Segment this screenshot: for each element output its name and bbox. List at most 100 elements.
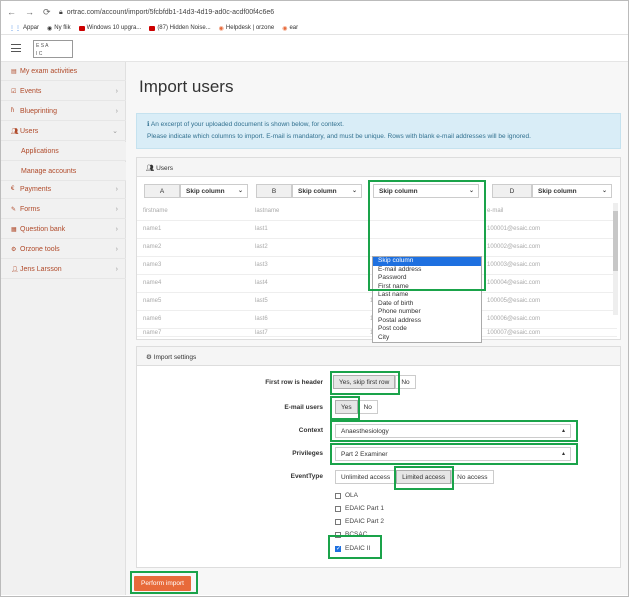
- checkbox-edaic-part-2[interactable]: EDAIC Part 2: [335, 518, 384, 525]
- reload-icon[interactable]: ⟳: [43, 7, 51, 18]
- chevron-right-icon: ›: [115, 87, 118, 95]
- checkbox-edaic-part-1[interactable]: EDAIC Part 1: [335, 505, 384, 512]
- sidebar-item-users[interactable]: 👥︎ Users ⌄: [1, 122, 126, 141]
- sidebar-item-forms[interactable]: ✎ Forms ›: [1, 200, 126, 219]
- skip-first-row-button[interactable]: Yes, skip first row: [333, 374, 396, 389]
- bookmark-windows[interactable]: Windows 10 upgra...: [78, 25, 141, 31]
- dropdown-option[interactable]: Password: [373, 274, 481, 283]
- checkbox-box[interactable]: [335, 531, 341, 538]
- privileges-select[interactable]: Part 2 Examiner ▴: [335, 447, 571, 461]
- import-settings-header: ⚙ Import settings: [137, 347, 620, 366]
- orzone-icon: ◉: [282, 25, 288, 32]
- first-row-no-button[interactable]: No: [395, 374, 416, 389]
- info-alert: ℹ An excerpt of your uploaded document i…: [136, 113, 621, 149]
- sidebar-item-manage-accounts[interactable]: Manage accounts: [1, 162, 126, 181]
- gear-icon: ⚙: [11, 246, 17, 253]
- column-a-header: A Skip column ⌄: [144, 184, 248, 198]
- dropdown-option[interactable]: Date of birth: [373, 300, 481, 309]
- dropdown-option[interactable]: City: [373, 334, 481, 343]
- dropdown-option[interactable]: E-mail address: [373, 266, 481, 275]
- sidebar-item-question-bank[interactable]: ▦ Question bank ›: [1, 220, 126, 239]
- browser-nav: ← → ⟳: [7, 6, 51, 18]
- table-row: name1 last1 100001@esaic.com: [137, 221, 617, 239]
- address-bar[interactable]: 🔒︎ ortrac.com/account/import/5fcbfdb1-14…: [59, 7, 274, 18]
- table-scrollbar[interactable]: [613, 203, 618, 315]
- sidebar-item-orzone-tools[interactable]: ⚙ Orzone tools ›: [1, 240, 126, 259]
- bookmark-ear[interactable]: ◉ ear: [282, 25, 298, 32]
- sidebar-item-my-exam-activities[interactable]: ▤ My exam activities: [1, 62, 126, 81]
- calendar-icon: ☑: [11, 88, 17, 95]
- chevron-right-icon: ›: [115, 205, 118, 213]
- column-c-header: Skip column ⌄: [373, 184, 479, 198]
- youtube-icon: [149, 25, 156, 31]
- no-access-button[interactable]: No access: [451, 469, 494, 484]
- chevron-down-icon: ⌄: [237, 188, 243, 194]
- column-letter: D: [492, 184, 532, 198]
- bookmark-new-tab[interactable]: ◉ Ny flik: [47, 25, 71, 32]
- chevron-down-icon: ⌄: [601, 188, 607, 194]
- chevron-down-icon: ⌄: [351, 188, 357, 194]
- email-yes-button[interactable]: Yes: [335, 399, 358, 414]
- hamburger-menu-icon[interactable]: [11, 44, 21, 52]
- users-icon: 👥︎: [11, 128, 19, 135]
- table-row: firstname lastname e-mail: [137, 203, 617, 221]
- scrollbar-thumb[interactable]: [613, 211, 618, 271]
- forward-icon[interactable]: →: [25, 7, 34, 17]
- chevron-right-icon: ›: [115, 245, 118, 253]
- dropdown-option[interactable]: Post code: [373, 325, 481, 334]
- first-row-label-wrap: First row is header: [265, 379, 323, 386]
- column-c-dropdown-list: Skip column E-mail address Password Firs…: [372, 256, 482, 343]
- limited-access-button[interactable]: Limited access: [396, 469, 452, 484]
- column-d-select[interactable]: Skip column ⌄: [532, 184, 612, 198]
- sidebar-item-applications[interactable]: Applications: [1, 142, 126, 161]
- chevron-right-icon: ›: [115, 225, 118, 233]
- checkbox-ola[interactable]: OLA: [335, 492, 358, 499]
- sidebar: ▤ My exam activities ☑ Events › ħ Blueprinti…: [1, 62, 126, 595]
- app-topbar: E S AI C: [1, 35, 628, 62]
- context-select[interactable]: Anaesthesiology ▴: [335, 424, 571, 438]
- eventtype-label-wrap: EventType: [290, 473, 323, 480]
- eventtype-toggle: Unlimited access Limited access No acces…: [335, 469, 494, 484]
- chevron-down-icon: ⌄: [112, 128, 118, 135]
- import-settings-panel: ⚙ Import settings First row is header Ye…: [136, 346, 621, 568]
- orzone-icon: ◉: [218, 25, 224, 32]
- sidebar-item-events[interactable]: ☑ Events ›: [1, 82, 126, 101]
- bookmark-hidden-noise[interactable]: (87) Hidden Noise...: [149, 25, 211, 31]
- main-content: Import users ℹ An excerpt of your upload…: [126, 62, 628, 595]
- checkbox-box-checked[interactable]: ✓: [335, 545, 341, 552]
- apps-icon: ⋮⋮: [9, 25, 21, 32]
- sidebar-item-blueprinting[interactable]: ħ Blueprinting ›: [1, 102, 126, 121]
- checkbox-box[interactable]: [335, 492, 341, 499]
- column-a-select[interactable]: Skip column ⌄: [180, 184, 248, 198]
- column-b-select[interactable]: Skip column ⌄: [292, 184, 362, 198]
- unlimited-access-button[interactable]: Unlimited access: [335, 469, 397, 484]
- checkbox-bcsac[interactable]: BCSAC: [335, 531, 367, 538]
- sidebar-item-payments[interactable]: € Payments ›: [1, 180, 126, 199]
- first-row-toggle: Yes, skip first row No: [333, 374, 416, 389]
- dropdown-option[interactable]: Postal address: [373, 317, 481, 326]
- sidebar-item-user-profile[interactable]: 👤︎ Jens Larsson ›: [1, 260, 126, 279]
- bookmark-helpdesk[interactable]: ◉ Helpdesk | orzone: [219, 25, 275, 32]
- perform-import-button[interactable]: Perform import: [134, 576, 191, 591]
- dropdown-option[interactable]: First name: [373, 283, 481, 292]
- checkbox-box[interactable]: [335, 518, 341, 525]
- checkbox-edaic-ii[interactable]: ✓ EDAIC II: [335, 545, 370, 552]
- bookmark-apps[interactable]: ⋮⋮ Appar: [9, 25, 39, 32]
- database-icon: ▦: [11, 226, 17, 233]
- dropdown-option[interactable]: Phone number: [373, 308, 481, 317]
- users-panel-header: 👥︎ Users: [137, 158, 620, 177]
- back-icon[interactable]: ←: [7, 7, 16, 17]
- column-b-header: B Skip column ⌄: [256, 184, 362, 198]
- caret-icon: ▴: [561, 428, 565, 434]
- email-users-label-wrap: E-mail users: [284, 404, 323, 411]
- browser-chrome: ← → ⟳ 🔒︎ ortrac.com/account/import/5fcbf…: [1, 1, 628, 35]
- email-no-button[interactable]: No: [357, 399, 378, 414]
- bookmarks-bar: ⋮⋮ Appar ◉ Ny flik Windows 10 upgra... (87…: [9, 23, 298, 33]
- checkbox-box[interactable]: [335, 505, 341, 512]
- dropdown-option[interactable]: Skip column: [373, 257, 481, 266]
- column-c-select[interactable]: Skip column ⌄: [373, 184, 479, 198]
- dropdown-option[interactable]: Last name: [373, 291, 481, 300]
- page-title: Import users: [139, 77, 234, 96]
- users-icon: 👥︎: [146, 165, 157, 172]
- chevron-down-icon: ⌄: [468, 188, 474, 194]
